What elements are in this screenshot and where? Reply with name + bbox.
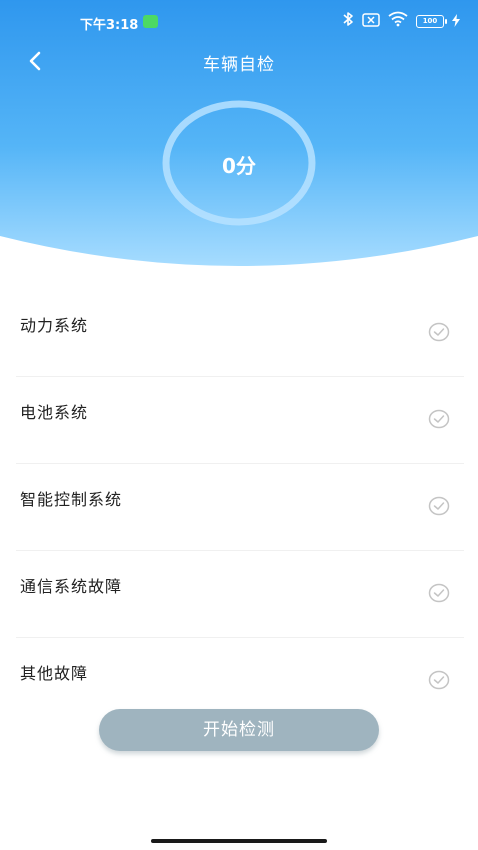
score-value: 0分 bbox=[222, 154, 256, 178]
check-item-label: 其他故障 bbox=[20, 664, 89, 683]
status-bar: 下午3:18 100 bbox=[0, 0, 478, 44]
page-title: 车辆自检 bbox=[203, 55, 275, 75]
status-time: 下午3:18 bbox=[80, 18, 139, 33]
check-item-label: 电池系统 bbox=[20, 403, 89, 422]
check-item-smart-control-system: 智能控制系统 bbox=[16, 464, 464, 551]
check-item-label: 通信系统故障 bbox=[20, 577, 123, 596]
check-item-label: 智能控制系统 bbox=[20, 490, 123, 509]
status-icons: 100 bbox=[342, 11, 460, 31]
wifi-icon bbox=[388, 11, 408, 31]
sim-blocked-icon bbox=[362, 12, 380, 31]
check-circle-icon bbox=[428, 409, 450, 429]
check-item-label: 动力系统 bbox=[20, 316, 89, 335]
battery-indicator: 100 bbox=[416, 14, 447, 28]
check-circle-icon bbox=[428, 670, 450, 690]
notification-badge-icon bbox=[143, 15, 158, 28]
check-item-communication-fault: 通信系统故障 bbox=[16, 551, 464, 638]
check-list: 动力系统 电池系统 智能控制系统 通信系统故障 其他故障 bbox=[16, 290, 464, 725]
check-circle-icon bbox=[428, 583, 450, 603]
bluetooth-icon bbox=[342, 11, 354, 31]
check-item-battery-system: 电池系统 bbox=[16, 377, 464, 464]
check-item-power-system: 动力系统 bbox=[16, 290, 464, 377]
check-circle-icon bbox=[428, 322, 450, 342]
vehicle-self-check-screen: 下午3:18 100 车辆自检 0分 动力系统 电池系统 智能控制系统 通信系统… bbox=[0, 0, 478, 850]
home-indicator[interactable] bbox=[151, 839, 327, 843]
check-circle-icon bbox=[428, 496, 450, 516]
charging-bolt-icon bbox=[452, 12, 460, 31]
start-check-button[interactable]: 开始检测 bbox=[99, 709, 379, 751]
